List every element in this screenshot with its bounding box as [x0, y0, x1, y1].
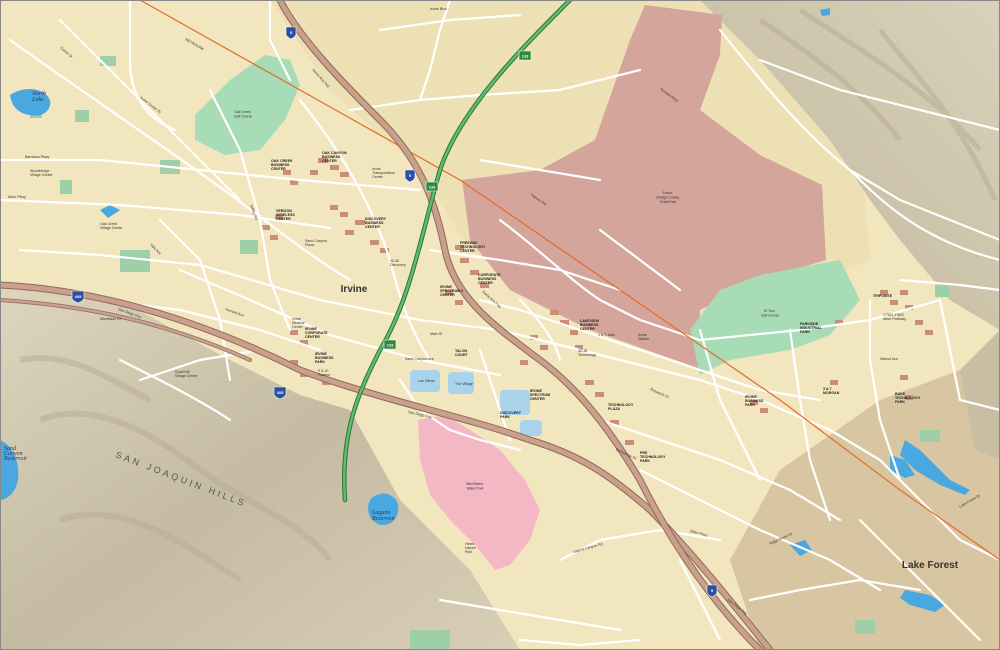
svg-text:Sand Canyon Ave: Sand Canyon Ave	[405, 357, 434, 361]
i5-shield-mid: 5	[404, 169, 416, 183]
svg-text:Michelson Dr: Michelson Dr	[100, 317, 122, 321]
svg-text:Los Olivos: Los Olivos	[418, 379, 435, 383]
svg-text:Irvine Blvd: Irvine Blvd	[430, 7, 447, 11]
sr133-shield-south: 133	[383, 339, 397, 350]
i5-shield-north: 5	[285, 26, 297, 40]
city-label-lake-forest[interactable]: Lake Forest	[902, 560, 959, 571]
svg-text:Alton Pkwy: Alton Pkwy	[8, 195, 26, 199]
svg-text:133: 133	[429, 185, 436, 190]
sr133-shield-north: 133	[518, 50, 532, 61]
city-label-irvine[interactable]: Irvine	[341, 284, 368, 295]
sr133-shield-mid: 133	[425, 181, 439, 192]
svg-text:The Village: The Village	[455, 382, 473, 386]
map-canvas[interactable]: 5 5 5 405 405 133 133 133 Santa Ana Fwy …	[0, 0, 1000, 650]
wild-rivers-label: Wild Rivers Water Park	[466, 482, 484, 491]
svg-text:405: 405	[277, 390, 284, 395]
svg-text:405: 405	[75, 294, 82, 299]
i5-shield-south: 5	[706, 584, 718, 598]
oak-creek-golf-label: Oak Creek Golf Course	[234, 110, 252, 119]
svg-text:17352-17602Alton Parkway: 17352-17602 Alton Parkway	[883, 313, 906, 321]
svg-text:133: 133	[387, 343, 394, 348]
svg-text:Barranca Pkwy: Barranca Pkwy	[25, 155, 49, 159]
svg-text:Walnut Ave: Walnut Ave	[880, 357, 898, 361]
i405-shield-west: 405	[71, 290, 85, 304]
svg-text:1 & 7 Jake: 1 & 7 Jake	[598, 333, 615, 337]
svg-text:133: 133	[522, 54, 529, 59]
svg-text:TALONCOURT: TALON COURT	[455, 349, 469, 357]
svg-text:TRIPOINTE: TRIPOINTE	[873, 294, 893, 298]
svg-text:Main St: Main St	[430, 332, 442, 336]
i405-shield-east: 405	[273, 386, 287, 400]
